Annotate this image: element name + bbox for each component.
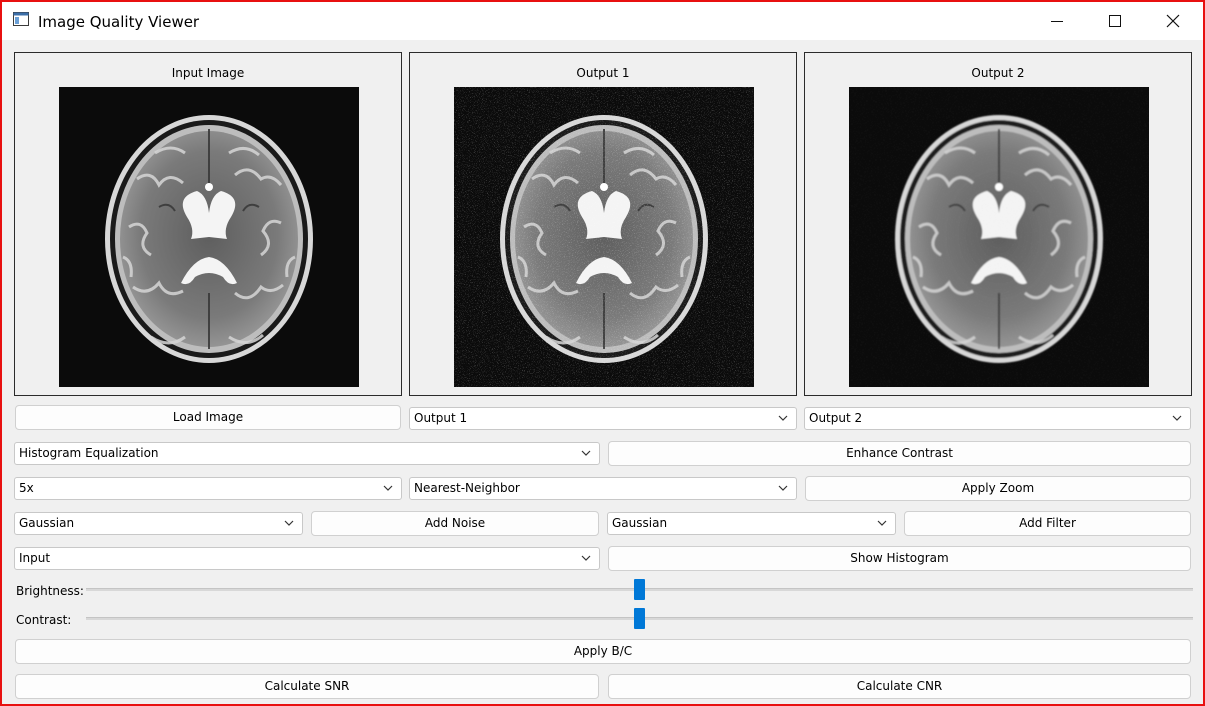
output2-title: Output 2 [971, 66, 1025, 80]
output1-select-value: Output 1 [414, 411, 468, 425]
input-image-panel: Input Image [14, 52, 402, 396]
maximize-button[interactable] [1086, 2, 1144, 40]
brightness-label: Brightness: [16, 584, 84, 598]
filter-type-value: Gaussian [612, 516, 668, 530]
interpolation-method-select[interactable]: Nearest-Neighbor [409, 477, 797, 500]
output1-select[interactable]: Output 1 [409, 407, 797, 430]
chevron-down-icon [778, 415, 788, 421]
enhance-contrast-button[interactable]: Enhance Contrast [608, 441, 1191, 466]
calculate-cnr-button[interactable]: Calculate CNR [608, 674, 1191, 699]
minimize-button[interactable] [1028, 2, 1086, 40]
input-image [59, 87, 359, 387]
output2-image [849, 87, 1149, 387]
app-window: Image Quality Viewer Input Image Output … [0, 0, 1205, 706]
close-button[interactable] [1144, 2, 1202, 40]
load-image-button[interactable]: Load Image [15, 405, 401, 430]
output1-title: Output 1 [576, 66, 630, 80]
chevron-down-icon [877, 520, 887, 526]
filter-type-select[interactable]: Gaussian [607, 512, 896, 535]
maximize-icon [1109, 15, 1121, 27]
apply-zoom-button[interactable]: Apply Zoom [805, 476, 1191, 501]
zoom-factor-value: 5x [19, 481, 34, 495]
chevron-down-icon [778, 485, 788, 491]
show-histogram-button[interactable]: Show Histogram [608, 546, 1191, 571]
window-title: Image Quality Viewer [38, 13, 200, 31]
output2-select[interactable]: Output 2 [804, 407, 1191, 430]
app-window-icon [13, 12, 29, 26]
title-bar[interactable]: Image Quality Viewer [2, 2, 1203, 40]
contrast-label: Contrast: [16, 613, 72, 627]
chevron-down-icon [284, 520, 294, 526]
enhancement-method-value: Histogram Equalization [19, 446, 159, 460]
noise-type-value: Gaussian [19, 516, 75, 530]
chevron-down-icon [383, 485, 393, 491]
output1-image [454, 87, 754, 387]
zoom-factor-select[interactable]: 5x [14, 477, 402, 500]
close-icon [1166, 14, 1180, 28]
interpolation-method-value: Nearest-Neighbor [414, 481, 520, 495]
brightness-slider-thumb[interactable] [634, 579, 645, 600]
add-noise-button[interactable]: Add Noise [311, 511, 599, 536]
minimize-icon [1051, 21, 1063, 22]
output2-panel: Output 2 [804, 52, 1192, 396]
noise-type-select[interactable]: Gaussian [14, 512, 303, 535]
output1-panel: Output 1 [409, 52, 797, 396]
apply-bc-button[interactable]: Apply B/C [15, 639, 1191, 664]
enhancement-method-select[interactable]: Histogram Equalization [14, 442, 600, 465]
add-filter-button[interactable]: Add Filter [904, 511, 1191, 536]
chevron-down-icon [581, 450, 591, 456]
histogram-source-value: Input [19, 551, 51, 565]
chevron-down-icon [581, 555, 591, 561]
output2-select-value: Output 2 [809, 411, 863, 425]
contrast-slider-thumb[interactable] [634, 608, 645, 629]
chevron-down-icon [1172, 415, 1182, 421]
input-image-title: Input Image [171, 66, 245, 80]
histogram-source-select[interactable]: Input [14, 547, 600, 570]
calculate-snr-button[interactable]: Calculate SNR [15, 674, 599, 699]
